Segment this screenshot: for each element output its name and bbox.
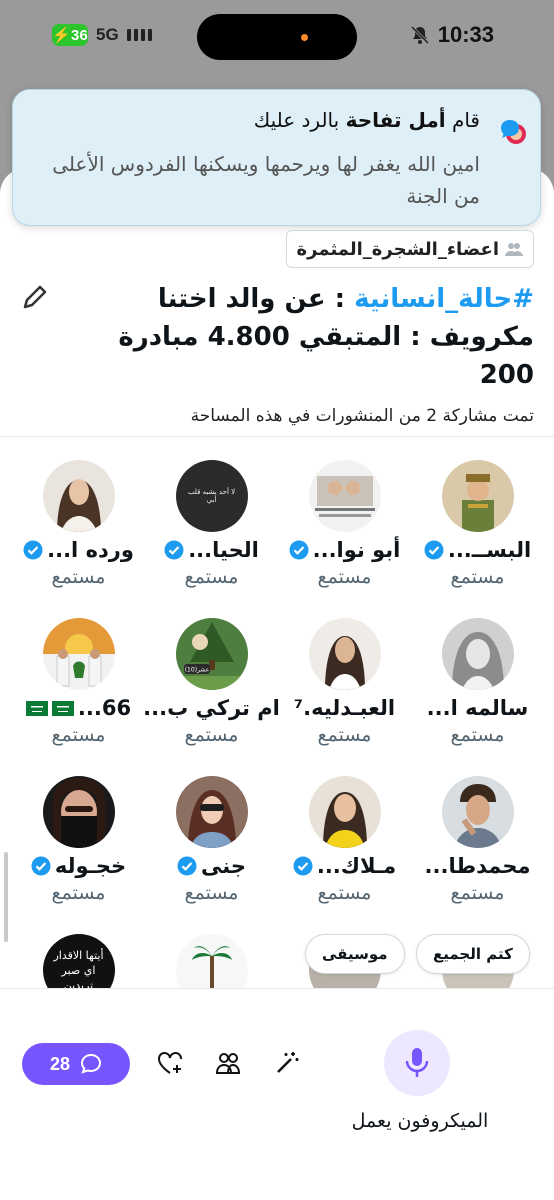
avatar: [42, 776, 115, 848]
divider: [0, 436, 554, 437]
avatar: [308, 460, 381, 532]
listener-name: ورده ا...: [12, 538, 145, 562]
listener-cell[interactable]: 66... مستمع: [12, 618, 145, 746]
battery-indicator: ⚡ 36: [52, 24, 88, 46]
mute-all-button[interactable]: كتم الجميع: [416, 934, 530, 974]
listener-role: مستمع: [317, 566, 372, 588]
listener-cell[interactable]: ورده ا... مستمع: [12, 460, 145, 588]
listener-cell[interactable]: محمدطا... مستمع: [411, 776, 544, 904]
listener-role: مستمع: [184, 724, 239, 746]
listener-cell[interactable]: لا أحد يشبه قلب أبي الحيا... مستمع: [145, 460, 278, 588]
status-right: 10:33: [410, 22, 494, 48]
listener-name: مـلاك...: [278, 854, 411, 878]
avatar: لا أحد يشبه قلب أبي: [175, 460, 248, 532]
listener-name: سالمه ا...: [426, 696, 529, 720]
listener-name: ام تركي ب...: [143, 696, 280, 720]
bottom-bar: [0, 989, 554, 1200]
reply-notification[interactable]: قام أمل تفاحة بالرد عليك امين الله يغفر …: [12, 89, 541, 226]
listener-cell[interactable]: جنى مستمع: [145, 776, 278, 904]
magic-wand-icon[interactable]: [273, 1049, 301, 1077]
listener-name: العبـدليه.⁷: [293, 696, 396, 720]
listener-name: 66...: [12, 696, 145, 720]
verified-badge-icon: [424, 540, 444, 560]
avatar: [175, 776, 248, 848]
dynamic-island: [197, 14, 357, 60]
verified-badge-icon: [31, 856, 51, 876]
notification-message: امين الله يغفر لها ويرحمها ويسكنها الفرد…: [52, 152, 480, 208]
avatar: [441, 618, 514, 690]
listener-role: مستمع: [317, 724, 372, 746]
scroll-indicator[interactable]: [4, 852, 8, 942]
listener-role: مستمع: [450, 566, 505, 588]
listener-role: مستمع: [450, 724, 505, 746]
listener-role: مستمع: [51, 724, 106, 746]
music-button[interactable]: موسيقى: [305, 934, 405, 974]
listener-cell[interactable]: سالمه ا... مستمع: [411, 618, 544, 746]
clock: 10:33: [437, 22, 494, 47]
verified-badge-icon: [164, 540, 184, 560]
microphone-button[interactable]: [384, 1030, 450, 1096]
notification-user: أمل تفاحة: [345, 108, 446, 132]
community-chip[interactable]: اعضاء_الشجرة_المثمرة: [285, 230, 534, 268]
status-left: ⚡ 36 5G: [52, 24, 152, 46]
avatar: [441, 776, 514, 848]
listener-role: مستمع: [450, 882, 505, 904]
listener-name: أبو نوا...: [278, 538, 411, 562]
heart-add-icon[interactable]: [156, 1049, 184, 1077]
space-title: #حالة_انسانية : عن والد اختنا مكرويف : ا…: [74, 280, 534, 394]
avatar: أيتها الاقدار اي صبر تريدين: [42, 934, 115, 988]
listener-cell[interactable]: أبو نوا... مستمع: [278, 460, 411, 588]
listener-role: مستمع: [317, 882, 372, 904]
comment-bubble-icon: [81, 1053, 102, 1074]
verified-badge-icon: [177, 856, 197, 876]
microphone-icon: [405, 1048, 429, 1077]
people-icon: [505, 243, 523, 256]
avatar: [175, 934, 248, 988]
shared-posts-text[interactable]: تمت مشاركة 2 من المنشورات في هذه المساحة: [191, 406, 534, 426]
network-type: 5G: [96, 25, 119, 44]
verified-badge-icon: [23, 540, 43, 560]
avatar: [308, 618, 381, 690]
signal-icon: [126, 29, 152, 41]
listener-cell[interactable]: [145, 934, 278, 988]
status-bar: ⚡ 36 5G 10:33: [0, 0, 554, 78]
listener-cell[interactable]: أيتها الاقدار اي صبر تريدين: [12, 934, 145, 988]
comments-button[interactable]: 28: [22, 1043, 130, 1085]
listener-name: جنى: [145, 854, 278, 878]
listener-name: الحيا...: [145, 538, 278, 562]
listener-role: مستمع: [51, 882, 106, 904]
listener-name: البســ...: [411, 538, 544, 562]
avatar: [42, 618, 115, 690]
listener-role: مستمع: [184, 566, 239, 588]
listener-role: مستمع: [184, 882, 239, 904]
reply-bubble-icon: [501, 120, 526, 144]
verified-badge-icon: [293, 856, 313, 876]
saudi-flag-icon: [25, 700, 48, 716]
avatar: عشر(10): [175, 618, 248, 690]
listener-grid: البســ... مستمع أبو نوا... مستمع لا أحد …: [10, 448, 544, 988]
avatar: [441, 460, 514, 532]
verified-badge-icon: [289, 540, 309, 560]
listener-cell[interactable]: عشر(10) ام تركي ب... مستمع: [143, 618, 280, 746]
listener-cell[interactable]: مـلاك... مستمع: [278, 776, 411, 904]
people-icon[interactable]: [214, 1049, 242, 1077]
community-name: اعضاء_الشجرة_المثمرة: [296, 238, 499, 260]
listener-name: محمدطا...: [424, 854, 531, 878]
avatar: [308, 776, 381, 848]
edit-pencil-icon[interactable]: [20, 282, 50, 312]
notification-header: قام أمل تفاحة بالرد عليك: [253, 108, 480, 132]
listener-cell[interactable]: البســ... مستمع: [411, 460, 544, 588]
listener-cell[interactable]: العبـدليه.⁷ مستمع: [278, 618, 411, 746]
svg-text:عشر(10): عشر(10): [184, 667, 209, 674]
comments-count: 28: [49, 1053, 71, 1074]
listener-name: خجـوله: [12, 854, 145, 878]
saudi-flag-icon: [51, 700, 74, 716]
avatar: [42, 460, 115, 532]
title-hashtag[interactable]: #حالة_انسانية: [354, 284, 534, 314]
listener-cell[interactable]: خجـوله مستمع: [12, 776, 145, 904]
microphone-status: الميكروفون يعمل: [351, 1110, 489, 1132]
listener-role: مستمع: [51, 566, 106, 588]
bell-muted-icon: [410, 25, 429, 45]
